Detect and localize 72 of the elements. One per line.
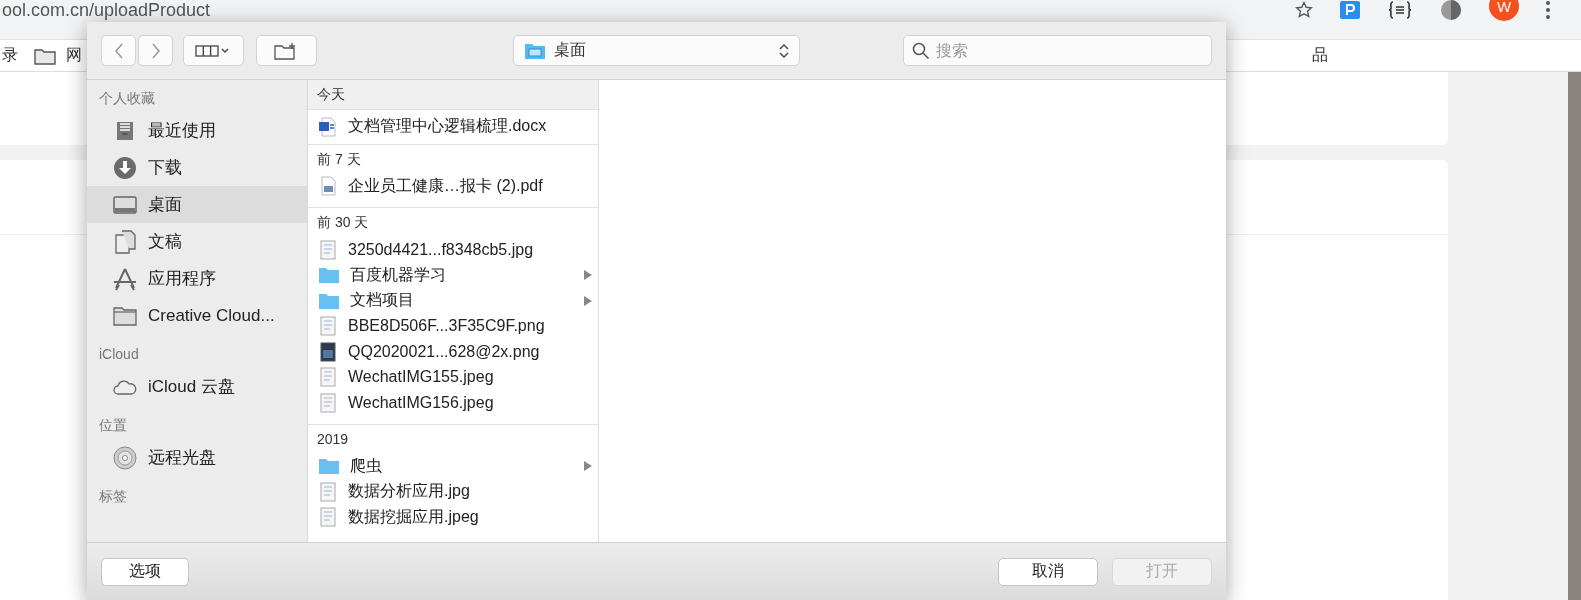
chevron-left-icon — [113, 42, 124, 59]
sidebar-item[interactable]: iCloud 云盘 — [87, 368, 307, 405]
bookmark[interactable]: 网 — [66, 45, 82, 66]
bookmark[interactable]: 录 — [2, 45, 18, 66]
sidebar-heading: 位置 — [98, 416, 128, 435]
sidebar-item[interactable]: Creative Cloud... — [87, 297, 307, 334]
sidebar-item[interactable]: 文稿 — [87, 223, 307, 260]
image-thumbnail-icon — [318, 507, 338, 528]
star-icon[interactable] — [1295, 1, 1313, 19]
sidebar-item[interactable]: 应用程序 — [87, 260, 307, 297]
image-thumbnail-icon — [318, 481, 338, 502]
sidebar-item[interactable]: 桌面 — [87, 186, 307, 223]
folder-icon — [318, 291, 340, 310]
file-item[interactable]: 3250d4421...f8348cb5.jpg — [308, 237, 598, 263]
bookmark[interactable]: 品 — [1312, 45, 1328, 66]
image-thumbnail-icon — [318, 341, 338, 362]
options-button[interactable]: 选项 — [101, 557, 189, 586]
pdf-document-icon — [318, 176, 338, 197]
chevron-right-icon — [150, 42, 161, 59]
group-heading: 今天 — [308, 80, 598, 110]
file-item[interactable]: WechatIMG156.jpeg — [308, 390, 598, 416]
disclosure-arrow-icon — [584, 461, 592, 472]
cloud-icon — [112, 377, 138, 396]
disc-icon — [112, 445, 138, 470]
address-text[interactable]: ool.com.cn/uploadProduct — [2, 0, 211, 20]
group-heading: 前 30 天 — [316, 213, 370, 232]
desktop-icon — [112, 194, 138, 215]
file-item[interactable]: 文档管理中心逻辑梳理.docx — [308, 114, 598, 140]
disclosure-arrow-icon — [584, 295, 592, 306]
image-thumbnail-icon — [318, 392, 338, 413]
download-icon — [112, 155, 138, 180]
folder-icon — [318, 266, 340, 285]
file-item[interactable]: 企业员工健康…报卡 (2).pdf — [308, 173, 598, 199]
forward-button[interactable] — [138, 35, 173, 66]
extension-icon[interactable] — [1339, 0, 1361, 20]
group-heading: 前 7 天 — [316, 149, 362, 169]
image-thumbnail-icon — [318, 367, 338, 388]
folder-icon — [523, 41, 546, 60]
folder-icon — [318, 457, 340, 476]
documents-icon — [112, 229, 138, 254]
file-item[interactable]: WechatIMG155.jpeg — [308, 364, 598, 390]
file-item[interactable]: QQ2020021...628@2x.png — [308, 339, 598, 365]
group-heading: 2019 — [316, 429, 350, 449]
search-icon — [912, 42, 930, 60]
globe-icon[interactable] — [1439, 0, 1463, 22]
view-mode-button[interactable] — [183, 35, 244, 66]
word-document-icon — [318, 116, 338, 137]
more-icon[interactable] — [1545, 0, 1551, 20]
sidebar-heading: 标签 — [98, 487, 128, 506]
new-folder-button[interactable] — [255, 35, 317, 66]
cancel-button[interactable]: 取消 — [998, 557, 1098, 586]
file-item[interactable]: 数据挖掘应用.jpeg — [308, 504, 598, 530]
sidebar-item[interactable]: 最近使用 — [87, 112, 307, 149]
location-dropdown[interactable]: 桌面 — [512, 35, 800, 66]
up-down-chevron-icon — [779, 42, 789, 59]
file-item[interactable]: 百度机器学习 — [308, 262, 598, 288]
applications-icon — [112, 266, 138, 291]
braces-icon[interactable] — [1387, 1, 1413, 19]
search-field[interactable]: 搜索 — [903, 35, 1212, 66]
file-item[interactable]: 爬虫 — [308, 453, 598, 479]
sidebar-heading: 个人收藏 — [98, 89, 156, 108]
sidebar-item[interactable]: 远程光盘 — [87, 439, 307, 476]
image-thumbnail-icon — [318, 239, 338, 260]
file-item[interactable]: 文档项目 — [308, 288, 598, 314]
file-item[interactable]: 数据分析应用.jpg — [308, 479, 598, 505]
folder-icon — [112, 305, 138, 326]
sidebar-item[interactable]: 下载 — [87, 149, 307, 186]
disclosure-arrow-icon — [584, 270, 592, 281]
folder-icon — [34, 46, 56, 65]
image-thumbnail-icon — [318, 316, 338, 337]
sidebar-heading: iCloud — [98, 345, 140, 364]
file-item[interactable]: BBE8D506F...3F35C9F.png — [308, 313, 598, 339]
